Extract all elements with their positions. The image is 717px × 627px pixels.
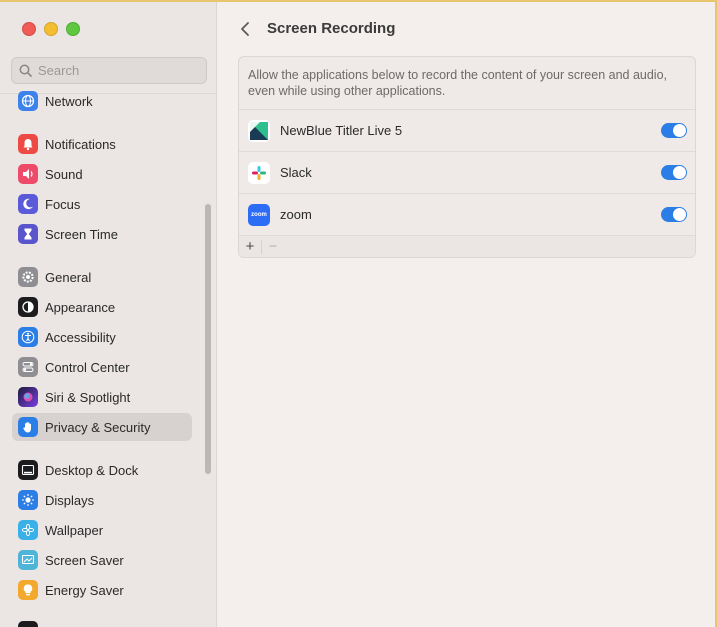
sidebar-item-screen-time[interactable]: Screen Time — [12, 220, 192, 248]
newblue-app-icon — [248, 119, 270, 142]
bulb-icon — [18, 580, 38, 600]
appearance-icon — [18, 297, 38, 317]
sidebar-item-sound[interactable]: Sound — [12, 160, 192, 188]
accessibility-icon — [18, 327, 38, 347]
sidebar-item-label: Notifications — [45, 136, 116, 152]
chevron-left-icon — [241, 22, 249, 36]
sidebar-item-appearance[interactable]: Appearance — [12, 293, 192, 321]
app-row-zoom: zoom zoom — [239, 193, 695, 235]
search-field[interactable] — [11, 57, 207, 84]
page-title: Screen Recording — [267, 20, 396, 37]
hand-icon — [18, 417, 38, 437]
sidebar-item-label: Control Center — [45, 359, 130, 375]
zoom-logo-text: zoom — [251, 211, 267, 218]
zoom-window-button[interactable] — [66, 22, 80, 36]
sidebar-item-energy-saver[interactable]: Energy Saver — [12, 576, 192, 604]
sidebar-item-desktop-dock[interactable]: Desktop & Dock — [12, 456, 192, 484]
app-name: Slack — [280, 165, 312, 180]
app-name: NewBlue Titler Live 5 — [280, 123, 403, 138]
siri-icon — [18, 387, 38, 407]
sidebar-item-accessibility[interactable]: Accessibility — [12, 323, 192, 351]
sidebar-item-screen-saver[interactable]: Screen Saver — [12, 546, 192, 574]
sidebar: Network Notifications Sound Focus Screen — [0, 2, 217, 627]
sidebar-item-general[interactable]: General — [12, 263, 192, 291]
back-button[interactable] — [235, 18, 255, 40]
sun-icon — [18, 490, 38, 510]
lock-icon — [18, 621, 38, 627]
sidebar-item-label: Energy Saver — [45, 582, 124, 598]
sidebar-item-control-center[interactable]: Control Center — [12, 353, 192, 381]
globe-icon — [18, 91, 38, 111]
slack-app-icon — [248, 161, 270, 184]
app-row-slack: Slack — [239, 151, 695, 193]
screensaver-icon — [18, 550, 38, 570]
close-window-button[interactable] — [22, 22, 36, 36]
speaker-icon — [18, 164, 38, 184]
main-content: Screen Recording Allow the applications … — [217, 2, 715, 627]
sidebar-item-next-partial[interactable] — [12, 617, 192, 627]
sidebar-item-label: Displays — [45, 492, 95, 508]
sidebar-item-focus[interactable]: Focus — [12, 190, 192, 218]
flower-icon — [18, 520, 38, 540]
system-settings-window: Network Notifications Sound Focus Screen — [0, 0, 717, 627]
sidebar-item-network[interactable]: Network — [12, 87, 192, 115]
sidebar-item-label: Appearance — [45, 299, 116, 315]
panel-description: Allow the applications below to record t… — [248, 68, 668, 98]
sidebar-item-label: Focus — [45, 196, 81, 212]
screen-recording-toggle[interactable] — [661, 123, 687, 138]
zoom-app-icon: zoom — [248, 203, 270, 226]
screen-recording-toggle[interactable] — [661, 165, 687, 180]
sidebar-item-label: Desktop & Dock — [45, 462, 139, 478]
sidebar-item-label: General — [45, 269, 92, 285]
sidebar-item-label: Siri & Spotlight — [45, 389, 131, 405]
toggles-icon — [18, 357, 38, 377]
sidebar-item-displays[interactable]: Displays — [12, 486, 192, 514]
window-controls — [22, 22, 80, 36]
sidebar-item-label: Screen Saver — [45, 552, 124, 568]
screen-recording-toggle[interactable] — [661, 207, 687, 222]
search-input[interactable] — [38, 63, 188, 78]
sidebar-item-notifications[interactable]: Notifications — [12, 130, 192, 158]
panel-footer: + − — [239, 235, 695, 257]
dock-icon — [18, 460, 38, 480]
app-permissions-panel: Allow the applications below to record t… — [238, 56, 696, 258]
sidebar-item-label: Sound — [45, 166, 83, 182]
app-name: zoom — [280, 207, 312, 222]
remove-app-button[interactable]: − — [262, 237, 284, 257]
moon-icon — [18, 194, 38, 214]
sidebar-item-label: Accessibility — [45, 329, 116, 345]
app-row-newblue: NewBlue Titler Live 5 — [239, 109, 695, 151]
sidebar-item-label: Wallpaper — [45, 522, 104, 538]
sidebar-item-siri-spotlight[interactable]: Siri & Spotlight — [12, 383, 192, 411]
minimize-window-button[interactable] — [44, 22, 58, 36]
sidebar-item-wallpaper[interactable]: Wallpaper — [12, 516, 192, 544]
sidebar-item-label: Screen Time — [45, 226, 118, 242]
sidebar-scrollbar[interactable] — [205, 204, 211, 474]
add-app-button[interactable]: + — [239, 237, 261, 257]
sidebar-item-privacy-security[interactable]: Privacy & Security — [12, 413, 192, 441]
search-icon — [19, 64, 32, 77]
sidebar-item-label: Network — [45, 93, 93, 109]
hourglass-icon — [18, 224, 38, 244]
sidebar-item-label: Privacy & Security — [45, 419, 151, 435]
bell-icon — [18, 134, 38, 154]
gear-icon — [18, 267, 38, 287]
